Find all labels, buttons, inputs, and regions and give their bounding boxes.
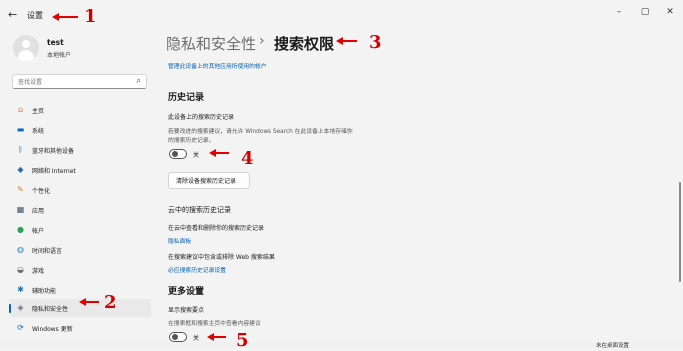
device-history-toggle[interactable] [169,149,187,159]
device-history-desc: 若要改进的搜索建议，请允许 Windows Search 在此设备上本地存储你 [168,129,353,135]
apps-icon: ▦ [16,205,25,214]
person-icon: ● [17,225,24,234]
sidebar-item-7[interactable]: ◍ 时间和语言 [9,241,151,259]
accessibility-icon: ✱ [17,285,24,294]
sidebar-item-6[interactable]: ● 帐户 [9,221,151,239]
update-icon: ⟳ [17,323,24,332]
search-highlights-toggle-label: 关 [193,335,200,342]
sidebar-item-label: 辅助功能 [32,288,57,295]
sidebar-item-3[interactable]: ◆ 网络和 Internet [9,161,151,179]
annotation-arrow-1 [58,16,78,18]
globe-clock-icon: ◍ [17,245,24,254]
account-type: 本地帐户 [47,52,72,59]
scrollbar[interactable] [679,182,681,282]
sidebar-item-5[interactable]: ▦ 应用 [9,201,151,219]
device-history-desc-2: 的搜索历史记录。 [168,138,215,144]
clear-history-label: 清除设备搜索历史记录 [176,178,237,185]
sidebar-item-1[interactable]: ▬ 系统 [9,121,151,139]
bing-history-settings-link[interactable]: 必应搜索历史记录设置 [168,265,226,274]
sidebar-item-2[interactable]: ᛒ 蓝牙和其他设备 [9,141,151,159]
sidebar-item-label: 主页 [32,108,45,115]
wifi-icon: ◆ [17,165,24,174]
sidebar-item-label: 隐私和安全性 [32,306,69,313]
breadcrumb-parent[interactable]: 隐私和安全性 [166,33,256,54]
selected-indicator [9,304,11,313]
sidebar-item-9[interactable]: ✱ 辅助功能 [9,281,151,299]
breadcrumb-separator: › [259,33,265,49]
bluetooth-icon: ᛒ [18,145,23,154]
annotation-arrow-3 [342,40,357,42]
sidebar-item-0[interactable]: ⌂ 主页 [9,101,151,119]
history-heading: 历史记录 [168,93,205,103]
user-name: test [47,38,64,47]
clear-history-button[interactable]: 清除设备搜索历史记录 [168,172,250,189]
sidebar-item-label: 游戏 [32,268,45,275]
taskbar-strip [0,342,683,348]
cloud-history-title: 云中的搜索历史记录 [168,206,231,214]
sidebar-item-label: 应用 [32,208,45,215]
privacy-dashboard-link[interactable]: 隐私面板 [168,236,191,245]
cloud-view-text: 在云中查看和删除你的搜索历史记录 [168,225,265,232]
device-history-title: 此设备上的搜索历史记录 [168,114,235,121]
sidebar-item-label: Windows 更新 [32,326,73,333]
annotation-number-3: 3 [369,32,382,53]
search-highlights-toggle[interactable] [169,332,187,342]
search-icon: ⌕ [136,76,141,85]
annotation-number-2: 2 [104,292,117,313]
sidebar-item-8[interactable]: ◒ 游戏 [9,261,151,279]
shield-icon: ◈ [17,303,24,312]
display-icon: ▬ [16,125,25,134]
brush-icon: ✎ [17,185,24,194]
sidebar-item-label: 网络和 Internet [32,168,76,175]
annotation-arrow-5 [213,336,226,338]
back-arrow-icon[interactable]: ← [8,8,22,22]
annotation-number-4: 4 [241,148,254,169]
sidebar-item-label: 蓝牙和其他设备 [32,148,75,155]
annotation-arrow-2 [85,301,99,303]
annotation-arrow-4 [215,152,229,154]
sidebar-item-label: 个性化 [32,188,51,195]
minimize-button[interactable]: – [611,4,627,20]
search-highlights-title: 显示搜索要点 [168,307,205,314]
cloud-include-text: 在搜索建议中包含或排除 Web 搜索结果 [168,254,275,261]
avatar[interactable] [13,35,39,61]
maximize-button[interactable]: ▢ [637,4,653,20]
more-settings-heading: 更多设置 [168,287,205,297]
sidebar-item-label: 时间和语言 [32,248,63,255]
app-title: 设置 [27,11,43,20]
sidebar-item-label: 帐户 [32,228,45,235]
device-history-toggle-label: 关 [193,152,200,159]
sidebar-item-4[interactable]: ✎ 个性化 [9,181,151,199]
search-input[interactable]: 查找设置 ⌕ [12,74,147,89]
manage-accounts-link[interactable]: 管理此设备上的其他应用所使用的帐户 [168,61,267,70]
home-icon: ⌂ [17,105,24,114]
search-placeholder: 查找设置 [18,79,43,86]
gamepad-icon: ◒ [17,265,24,274]
page-title: 搜索权限 [274,35,335,53]
sidebar-item-11[interactable]: ⟳ Windows 更新 [9,319,151,337]
search-highlights-desc: 在搜索框和搜索主页中查看内容建议 [168,321,261,327]
annotation-number-1: 1 [84,6,97,27]
sidebar-item-label: 系统 [32,128,45,135]
close-button[interactable]: ✕ [662,4,678,20]
